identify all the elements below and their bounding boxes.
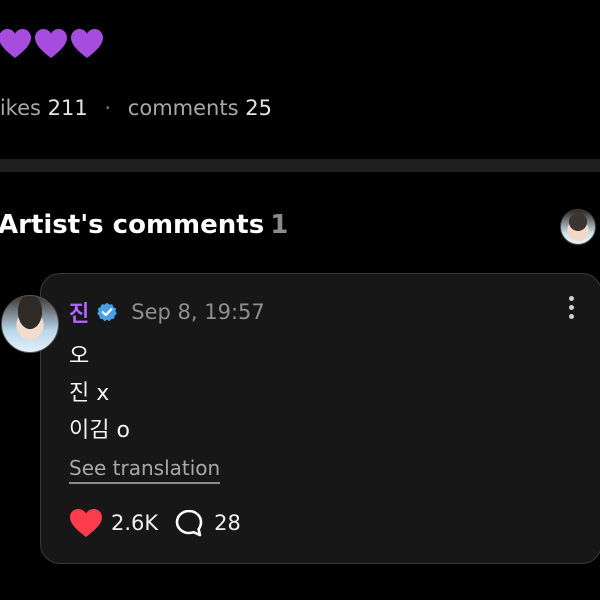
more-vertical-icon[interactable] — [567, 296, 575, 324]
comment-likes-count: 2.6K — [111, 511, 159, 535]
comment-header: 진 Sep 8, 19:57 — [69, 296, 265, 328]
heart-icon — [70, 509, 102, 537]
avatar[interactable] — [1, 295, 59, 353]
verified-badge-icon — [97, 302, 118, 322]
purple-heart-icon — [35, 29, 67, 58]
post-stats: likes 211 · comments 25 — [0, 96, 272, 120]
section-count: 1 — [270, 210, 289, 240]
comment-date: Sep 8, 19:57 — [131, 300, 265, 324]
like-button[interactable]: 2.6K — [69, 508, 158, 538]
comment-line: 진 x — [69, 381, 110, 406]
comment-line: 이김 o — [69, 418, 130, 443]
section-divider — [0, 159, 600, 172]
likes-label: likes — [0, 96, 41, 120]
comment-icon — [175, 509, 203, 537]
author-name[interactable]: 진 — [69, 296, 89, 328]
comments-count[interactable]: 25 — [245, 96, 272, 120]
purple-heart-icon — [0, 29, 31, 58]
section-title: Artist's comments — [0, 210, 265, 240]
comments-screen: likes 211 · comments 25 Artist's comment… — [0, 0, 600, 600]
artist-avatar-small[interactable] — [560, 209, 596, 245]
purple-heart-icon — [71, 29, 103, 58]
artist-comment-card: 진 Sep 8, 19:57 오 진 x 이김 o See translatio… — [1, 273, 600, 564]
stats-separator: · — [104, 96, 112, 120]
comment-line: 오 — [69, 344, 90, 369]
reply-button[interactable]: 28 — [174, 508, 241, 538]
likes-count[interactable]: 211 — [48, 96, 88, 120]
comment-replies-count: 28 — [214, 511, 241, 535]
comment-body: 오 진 x 이김 o — [69, 338, 130, 449]
artist-comments-header: Artist's comments 1 — [0, 210, 288, 240]
comments-label: comments — [127, 96, 239, 120]
see-translation-link[interactable]: See translation — [69, 456, 221, 484]
comment-actions: 2.6K 28 — [69, 508, 241, 538]
post-emoji-hearts — [0, 28, 104, 60]
